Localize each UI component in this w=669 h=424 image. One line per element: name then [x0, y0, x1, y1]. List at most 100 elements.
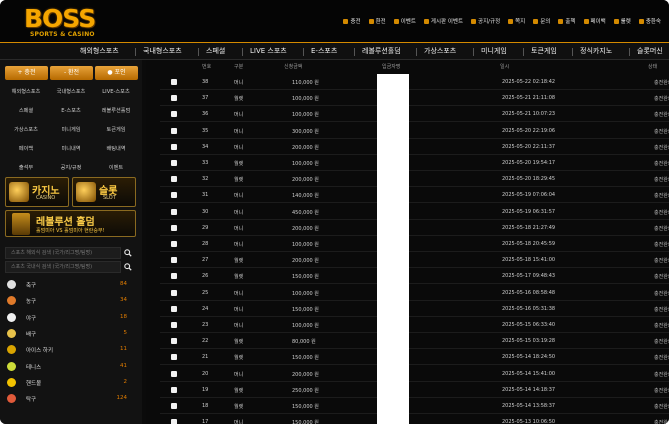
- cell-type: 머니: [234, 290, 244, 297]
- sport-item[interactable]: 배구 5: [5, 327, 135, 341]
- sport-count: 2: [123, 378, 128, 385]
- sidebar-menu-item[interactable]: 공지/규정: [50, 162, 92, 174]
- row-checkbox[interactable]: [171, 143, 177, 150]
- sport-icon: [7, 361, 16, 371]
- sport-item[interactable]: 축구 84: [5, 278, 135, 292]
- cell-date: 2025-05-18 21:27:49: [502, 224, 556, 231]
- top-link[interactable]: 충전: [343, 17, 361, 25]
- sidebar-menu-item[interactable]: 이벤트: [95, 162, 137, 174]
- row-checkbox[interactable]: [171, 241, 177, 247]
- row-checkbox[interactable]: [171, 289, 177, 296]
- sidebar-menu-item[interactable]: 국내형스포츠: [50, 86, 92, 98]
- row-checkbox[interactable]: [171, 224, 177, 231]
- top-link-label: 이벤트: [400, 19, 416, 25]
- top-link[interactable]: 룰렛: [613, 17, 631, 25]
- nav-divider: [416, 48, 417, 56]
- sidebar-menu-item[interactable]: 미니게임: [50, 124, 92, 136]
- search-icon[interactable]: [124, 249, 132, 257]
- nav-item[interactable]: LIVE 스포츠: [250, 46, 287, 56]
- nav-item[interactable]: 레볼루션홀덤: [362, 46, 401, 56]
- column-header: 신청금액: [284, 64, 303, 70]
- deposit-button[interactable]: + 충전: [5, 66, 48, 80]
- nav-item[interactable]: 국내형스포츠: [143, 46, 182, 56]
- row-checkbox[interactable]: [171, 257, 177, 264]
- row-checkbox[interactable]: [171, 370, 177, 377]
- top-link[interactable]: 공지/규정: [471, 17, 500, 25]
- nav-item[interactable]: E-스포츠: [311, 46, 337, 56]
- holdem-banner[interactable]: 레볼루션 홀덤 홀덤미아 VS 홀덤미아 현란승부!: [5, 210, 136, 237]
- nav-item[interactable]: 토큰게임: [531, 46, 557, 56]
- casino-banner[interactable]: 카지노 CASINO: [5, 177, 69, 207]
- sidebar-menu-item[interactable]: 배팅내역: [95, 143, 137, 155]
- sidebar-menu-item[interactable]: 해외형스포츠: [5, 86, 47, 98]
- sport-name: 핸드볼: [26, 380, 42, 387]
- table-row: 24 머니 150,000 원 2025-05-16 05:31:38 충전완료: [160, 301, 669, 317]
- row-checkbox[interactable]: [171, 354, 177, 361]
- sidebar-menu-item[interactable]: 스페셜: [5, 105, 47, 117]
- row-checkbox[interactable]: [171, 208, 177, 215]
- top-link-icon: [368, 18, 374, 24]
- cell-status: 충전완료: [654, 209, 669, 216]
- row-checkbox[interactable]: [171, 79, 177, 85]
- nav-item[interactable]: 정식카지노: [580, 46, 612, 56]
- row-checkbox[interactable]: [171, 111, 177, 118]
- top-link[interactable]: 환전: [368, 17, 386, 25]
- row-checkbox[interactable]: [171, 403, 177, 409]
- nav-item[interactable]: 해외형스포츠: [80, 46, 119, 56]
- overseas-search-input[interactable]: 스포츠 해외식 검색 (국가/리그명/팀명): [5, 247, 121, 259]
- row-checkbox[interactable]: [171, 192, 177, 199]
- cell-status: 충전완료: [654, 323, 669, 329]
- top-link-icon: [423, 18, 429, 24]
- sport-name: 농구: [26, 299, 37, 306]
- nav-item[interactable]: 슬롯머신: [637, 46, 663, 56]
- row-checkbox[interactable]: [171, 273, 177, 280]
- row-checkbox[interactable]: [171, 176, 177, 183]
- sidebar-menu-item[interactable]: 레볼루션홀덤: [95, 105, 137, 117]
- table-row: 33 월렛 100,000 원 2025-05-20 19:54:17 충전완료: [160, 155, 669, 171]
- row-checkbox[interactable]: [171, 95, 177, 102]
- nav-item[interactable]: 가상스포츠: [424, 46, 456, 56]
- sport-item[interactable]: 야구 18: [5, 311, 135, 325]
- sport-name: 야구: [26, 315, 37, 322]
- table-row: 22 월렛 80,000 원 2025-05-15 03:19:28 충전완료: [160, 333, 669, 350]
- cell-amount: 200,000 원: [292, 258, 319, 265]
- sidebar-menu-item[interactable]: 페이백: [5, 143, 47, 155]
- sport-item[interactable]: 아이스 하키 11: [5, 343, 135, 357]
- row-checkbox[interactable]: [171, 305, 177, 312]
- sport-item[interactable]: 탁구 124: [5, 392, 135, 406]
- sidebar-menu-item[interactable]: 가상스포츠: [5, 124, 47, 136]
- withdraw-button[interactable]: - 환전: [50, 66, 93, 80]
- row-checkbox[interactable]: [171, 160, 177, 166]
- nav-item[interactable]: 스페셜: [206, 46, 225, 56]
- sidebar-menu-item[interactable]: 토큰게임: [95, 124, 137, 136]
- top-link[interactable]: 페이백: [583, 17, 606, 25]
- site-logo[interactable]: BOSS SPORTS & CASINO: [24, 4, 124, 40]
- domestic-search-input[interactable]: 스포츠 국내식 검색 (국가/리그명/팀명): [5, 261, 121, 273]
- row-checkbox[interactable]: [171, 338, 177, 345]
- top-link[interactable]: 이벤트: [393, 17, 416, 25]
- nav-item[interactable]: 미니게임: [481, 46, 507, 56]
- slot-banner[interactable]: 슬롯 SLOT: [72, 177, 136, 207]
- nav-divider: [629, 48, 630, 56]
- point-button[interactable]: ● 포인: [95, 66, 138, 80]
- row-checkbox[interactable]: [171, 386, 177, 393]
- sidebar-menu-item[interactable]: E-스포츠: [50, 105, 92, 117]
- top-link[interactable]: 충환숙: [638, 17, 661, 25]
- top-link[interactable]: 문의: [533, 17, 550, 25]
- sport-item[interactable]: 테니스 41: [5, 360, 135, 374]
- row-checkbox[interactable]: [171, 127, 177, 134]
- sport-item[interactable]: 농구 34: [5, 294, 135, 308]
- sport-item[interactable]: 핸드볼 2: [5, 376, 135, 390]
- cell-amount: 140,000 원: [292, 193, 319, 200]
- top-link[interactable]: 출첵: [558, 17, 576, 25]
- cell-type: 월렛: [234, 161, 244, 167]
- cell-num: 21: [202, 354, 209, 361]
- sidebar-menu-item[interactable]: 미니내역: [50, 143, 92, 155]
- row-checkbox[interactable]: [171, 419, 177, 424]
- sidebar-menu-item[interactable]: LIVE-스포츠: [95, 86, 137, 98]
- top-link[interactable]: 게시판 이벤트: [423, 17, 463, 25]
- search-icon[interactable]: [124, 263, 132, 271]
- row-checkbox[interactable]: [171, 322, 177, 328]
- sidebar-menu-item[interactable]: 출석부: [5, 162, 47, 174]
- top-link[interactable]: 쪽지: [508, 17, 525, 25]
